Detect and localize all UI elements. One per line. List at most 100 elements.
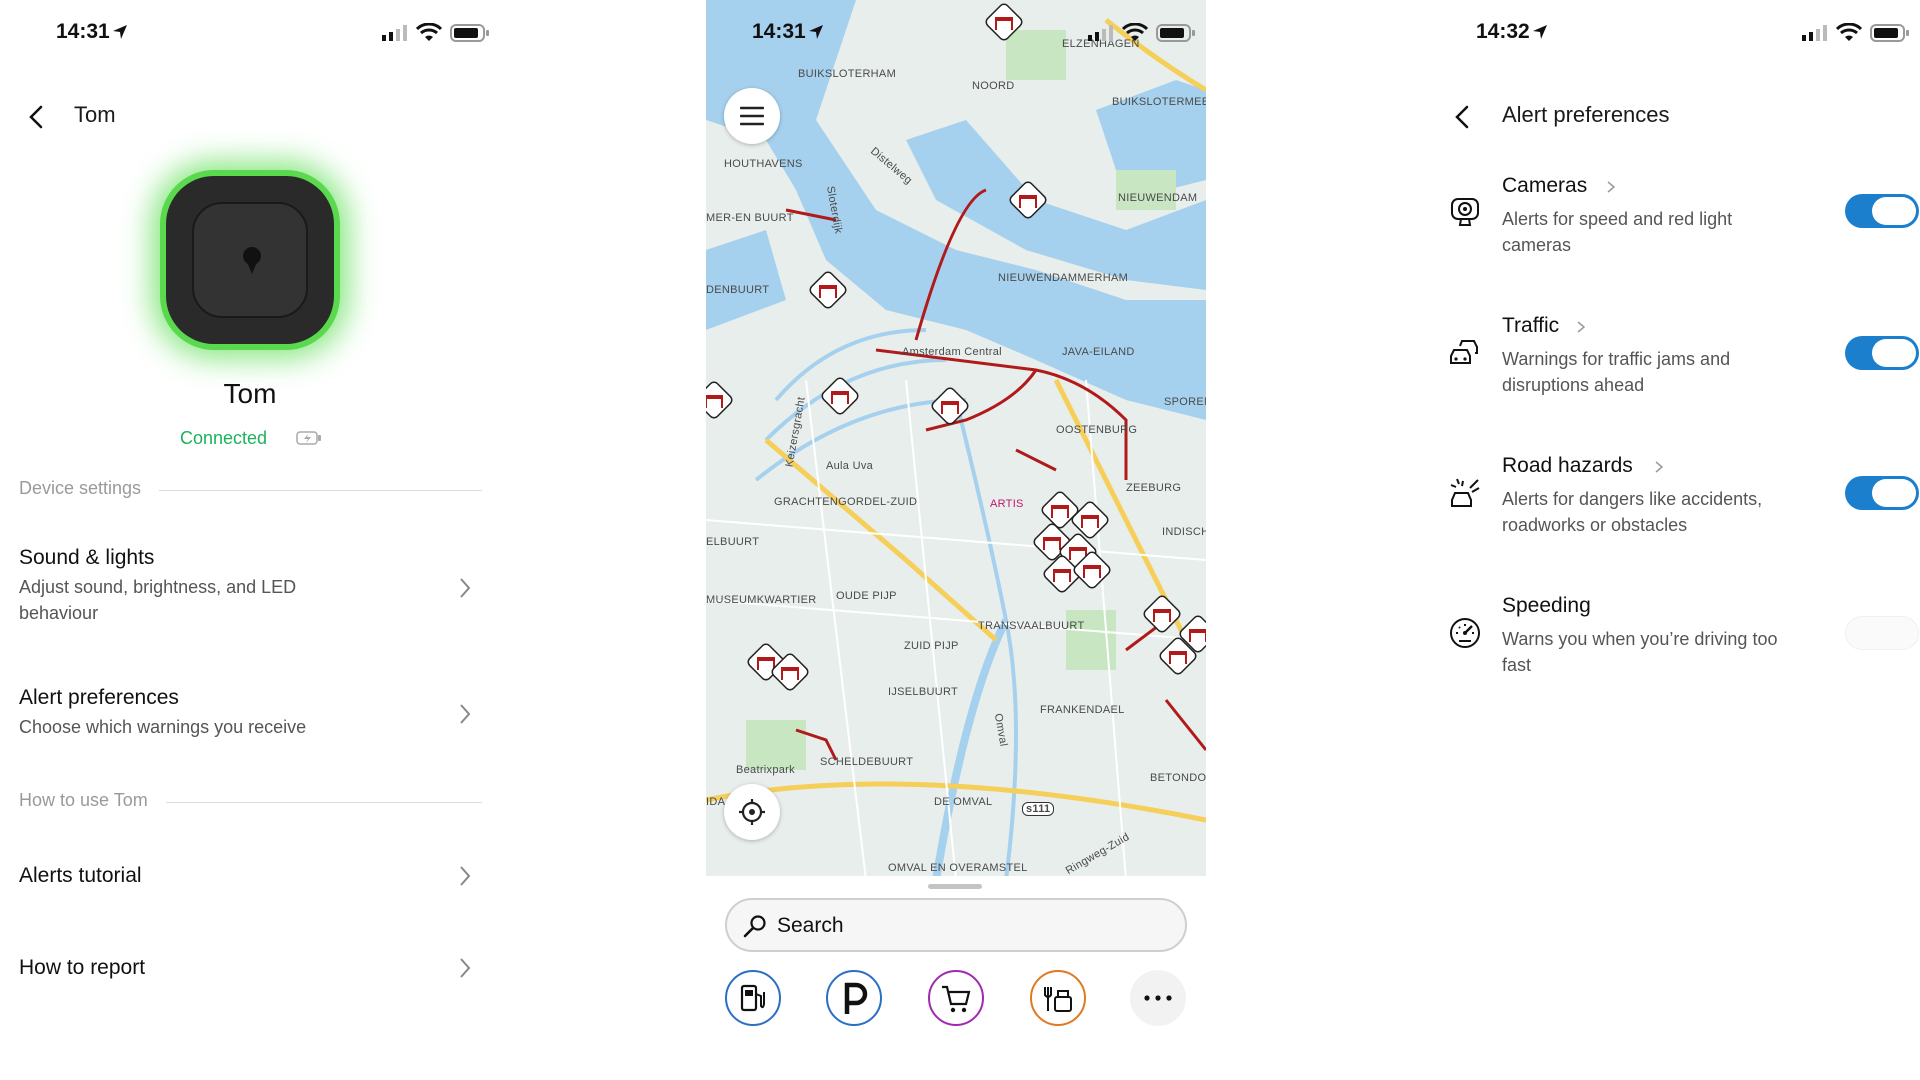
pref-title: Speeding	[1502, 594, 1591, 617]
fuel-station-icon	[740, 984, 765, 1012]
chevron-right-icon	[460, 958, 471, 978]
map-label: ARTIS	[990, 498, 1024, 510]
roadworks-pin-icon[interactable]	[928, 384, 972, 428]
shopping-button[interactable]	[928, 970, 984, 1026]
row-title: How to report	[19, 956, 146, 979]
location-arrow-icon	[113, 25, 127, 39]
section-device-settings: Device settings	[19, 478, 482, 502]
map-label: BUIKSLOTERMEER	[1112, 96, 1206, 108]
device-settings-screen: 14:31 Tom Tom Connected Device settings …	[0, 0, 500, 1080]
location-arrow-icon	[1533, 25, 1547, 39]
map-label: HOUTHAVENS	[724, 158, 803, 170]
map-label: MUSEUMKWARTIER	[706, 594, 817, 606]
page-title: Alert preferences	[1502, 102, 1670, 127]
chevron-right-icon	[1655, 461, 1664, 473]
row-title: Sound & lights	[19, 546, 155, 569]
alerts-tutorial-row[interactable]: Alerts tutorial	[19, 864, 482, 888]
roadworks-pin-icon[interactable]	[818, 374, 862, 418]
pref-subtitle: Alerts for speed and red light cameras	[1502, 209, 1733, 255]
map-label: MER-EN BUURT	[706, 212, 794, 224]
hamburger-menu-icon	[740, 106, 764, 126]
traffic-cars-icon	[1450, 340, 1478, 364]
traffic-toggle[interactable]	[1845, 336, 1919, 370]
road-hazards-toggle[interactable]	[1845, 476, 1919, 510]
map-view[interactable]: BUIKSLOTERHAM NOORD ELZENHAGEN BUIKSLOTE…	[706, 0, 1206, 880]
battery-icon	[1870, 24, 1909, 42]
chevron-right-icon	[1607, 181, 1616, 193]
bottom-sheet: Search	[706, 876, 1206, 1080]
pref-title: Cameras	[1502, 174, 1588, 197]
sheet-drag-handle[interactable]	[928, 884, 982, 889]
pref-subtitle: Warns you when you’re driving too fast	[1502, 629, 1778, 675]
status-bar: 14:31	[706, 18, 1206, 48]
row-subtitle: Adjust sound, brightness, and LED behavi…	[19, 577, 297, 623]
map-canvas	[706, 0, 1206, 880]
device-battery-icon	[296, 431, 321, 445]
map-label: NIEUWENDAM	[1118, 192, 1198, 204]
pref-title: Road hazards	[1502, 454, 1633, 477]
speeding-toggle[interactable]	[1845, 616, 1919, 650]
wifi-icon	[1836, 23, 1862, 41]
search-input[interactable]: Search	[725, 898, 1187, 952]
map-label: INDISCH	[1162, 526, 1206, 538]
map-label: JAVA-EILAND	[1062, 346, 1135, 358]
road-shield: s111	[1022, 802, 1055, 816]
more-button[interactable]	[1130, 970, 1186, 1026]
how-to-report-row[interactable]: How to report	[19, 956, 482, 980]
section-how-to-use: How to use Tom	[19, 790, 482, 814]
row-title: Alerts tutorial	[19, 864, 142, 887]
recenter-button[interactable]	[724, 784, 780, 840]
roadworks-pin-icon[interactable]	[706, 378, 736, 422]
roadworks-pin-icon[interactable]	[1070, 548, 1114, 592]
device-name: Tom	[223, 378, 277, 409]
map-screen: BUIKSLOTERHAM NOORD ELZENHAGEN BUIKSLOTE…	[706, 0, 1206, 1080]
header: Tom	[0, 96, 500, 136]
map-label: IDA	[706, 796, 726, 808]
fuel-button[interactable]	[725, 970, 781, 1026]
device-image	[166, 176, 334, 344]
pref-subtitle: Warnings for traffic jams and disruption…	[1502, 349, 1731, 395]
alert-preferences-screen: 14:32 Alert preferences Cameras Alerts f…	[1430, 0, 1920, 1080]
sound-lights-row[interactable]: Sound & lights Adjust sound, brightness,…	[19, 546, 482, 626]
cellular-signal-icon	[1088, 25, 1113, 41]
row-subtitle: Choose which warnings you receive	[19, 717, 307, 737]
roadworks-pin-icon[interactable]	[768, 650, 812, 694]
map-label: DE OMVAL	[934, 796, 993, 808]
map-label: OOSTENBURG	[1056, 424, 1138, 436]
parking-icon	[844, 982, 868, 1014]
menu-button[interactable]	[724, 88, 780, 144]
section-label: Device settings	[19, 478, 160, 498]
alert-preferences-row[interactable]: Alert preferences Choose which warnings …	[19, 686, 482, 740]
roadworks-pin-icon[interactable]	[1006, 178, 1050, 222]
battery-icon	[1156, 24, 1195, 42]
roadworks-pin-icon[interactable]	[806, 268, 850, 312]
wifi-icon	[416, 23, 442, 41]
map-label: TRANSVAALBUURT	[978, 620, 1085, 632]
cameras-toggle[interactable]	[1845, 194, 1919, 228]
status-time: 14:31	[752, 20, 806, 43]
crosshair-location-icon	[739, 799, 765, 825]
map-label: BUIKSLOTERHAM	[798, 68, 897, 80]
chevron-right-icon	[1577, 321, 1586, 333]
map-label: NIEUWENDAMMERHAM	[998, 272, 1129, 284]
speedometer-icon	[1450, 618, 1480, 648]
map-label: FRANKENDAEL	[1040, 704, 1125, 716]
map-label: GRACHTENGORDEL-ZUID	[774, 496, 918, 508]
status-bar: 14:32	[1420, 18, 1920, 48]
page-title: Tom	[74, 102, 116, 127]
map-label: ELBUURT	[706, 536, 760, 548]
food-button[interactable]	[1030, 970, 1086, 1026]
speed-camera-icon	[1451, 198, 1479, 226]
roadworks-pin-icon[interactable]	[1156, 634, 1200, 678]
back-arrow-icon[interactable]	[26, 104, 48, 130]
more-icon	[1144, 995, 1172, 1001]
map-label: OUDE PIJP	[836, 590, 897, 602]
row-title: Alert preferences	[19, 686, 179, 709]
parking-button[interactable]	[826, 970, 882, 1026]
search-icon	[743, 915, 766, 938]
section-label: How to use Tom	[19, 790, 166, 810]
connection-status: Connected	[180, 428, 268, 448]
search-placeholder: Search	[777, 914, 844, 937]
back-arrow-icon[interactable]	[1452, 104, 1474, 130]
map-label: NOORD	[972, 80, 1015, 92]
